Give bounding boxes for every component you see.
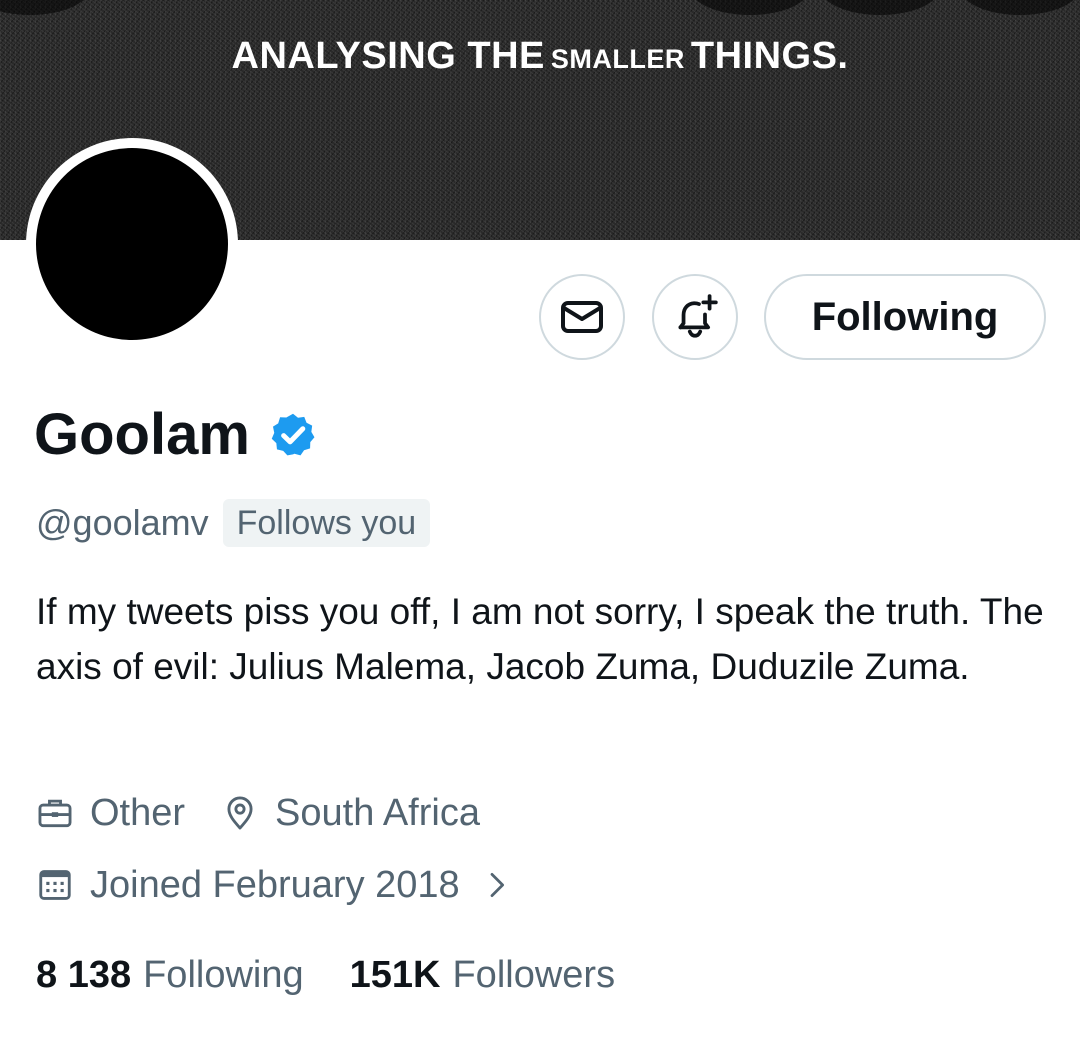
message-button[interactable] — [539, 274, 625, 360]
following-button[interactable]: Following — [764, 274, 1046, 360]
banner-shape — [690, 0, 810, 15]
bio-text: If my tweets piss you off, I am not sorr… — [36, 591, 1044, 687]
stats-row: 8 138 Following 151K Followers — [36, 948, 615, 1002]
handle-row: @goolamv Follows you — [36, 498, 431, 548]
location-text: South Africa — [275, 791, 480, 834]
followers-stat[interactable]: 151K Followers — [350, 954, 615, 997]
banner-shape — [820, 0, 940, 15]
avatar[interactable] — [26, 138, 238, 350]
calendar-icon — [39, 870, 71, 900]
briefcase-icon — [38, 799, 72, 828]
name-row: Goolam — [34, 400, 318, 470]
following-stat[interactable]: 8 138 Following — [36, 954, 304, 997]
bell-plus-icon — [678, 294, 718, 338]
banner-shape — [0, 0, 90, 15]
meta-row-category-location: Other South Africa — [36, 786, 480, 840]
chevron-right-icon — [490, 873, 504, 897]
banner-shape — [960, 0, 1080, 15]
followers-label: Followers — [452, 953, 616, 996]
following-label: Following — [143, 953, 304, 996]
category-text: Other — [90, 791, 186, 834]
joined-text: Joined February 2018 — [90, 863, 460, 906]
notify-button[interactable] — [652, 274, 738, 360]
handle: @goolamv — [36, 502, 209, 543]
envelope-icon — [561, 301, 603, 333]
display-name: Goolam — [34, 402, 250, 467]
follows-you-badge: Follows you — [222, 499, 431, 547]
avatar-image — [36, 148, 228, 340]
verified-badge-icon — [271, 413, 315, 456]
banner-text-part1: ANALYSING THE — [231, 35, 545, 77]
banner-text: ANALYSING THE SMALLER THINGS. — [0, 34, 1080, 81]
banner-text-part2: THINGS. — [690, 35, 849, 77]
followers-count: 151K — [349, 953, 441, 996]
location-pin-icon — [227, 796, 253, 830]
banner-text-small: SMALLER — [550, 44, 685, 74]
joined-row[interactable]: Joined February 2018 — [36, 858, 512, 912]
following-count: 8 138 — [36, 953, 132, 996]
